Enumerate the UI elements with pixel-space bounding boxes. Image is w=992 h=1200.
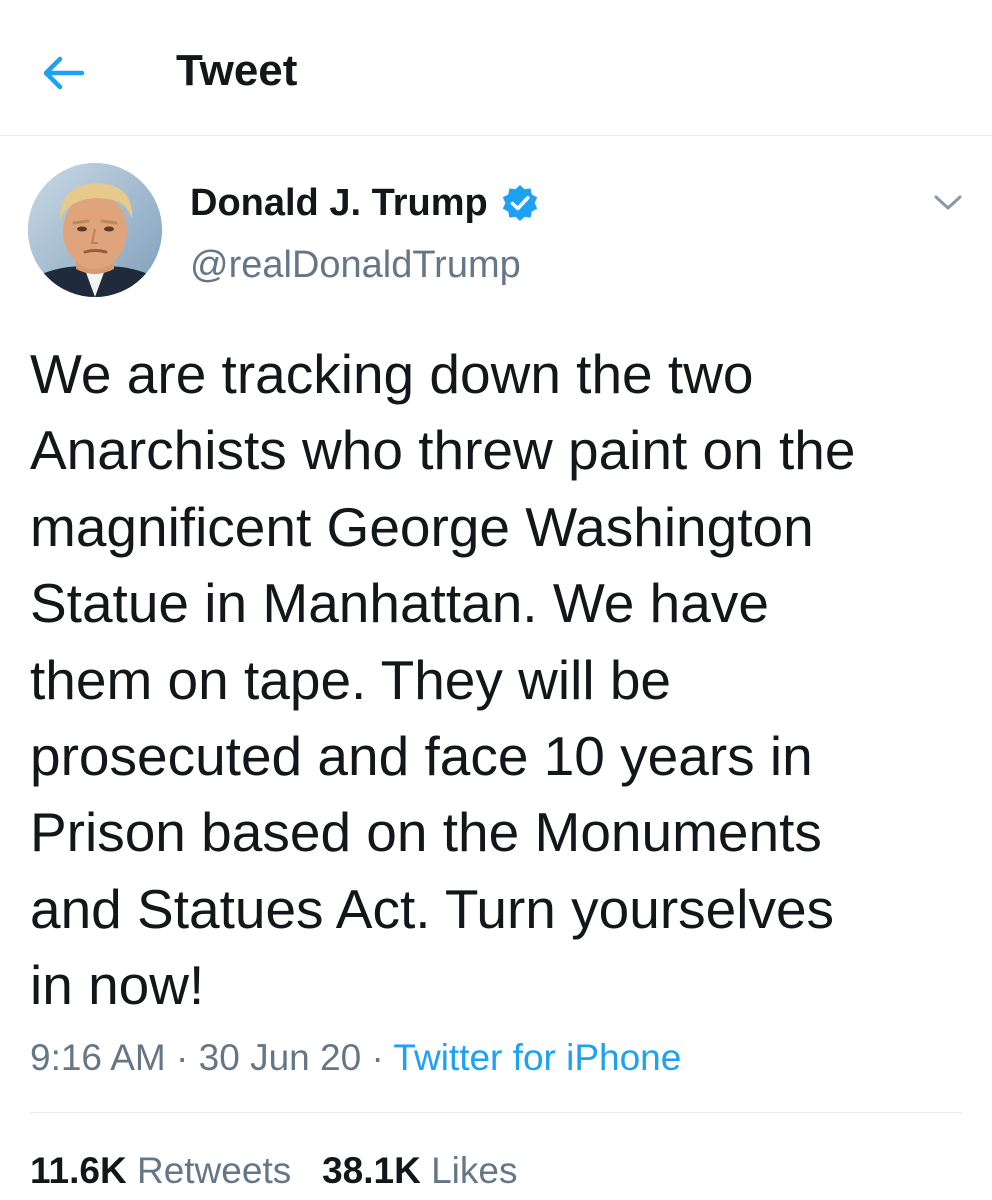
tweet-meta: 9:16 AM · 30 Jun 20 · Twitter for iPhone <box>30 1033 681 1083</box>
back-button[interactable] <box>36 46 90 100</box>
verified-badge-icon <box>502 185 537 221</box>
page-title: Tweet <box>176 46 298 95</box>
retweets-label: Retweets <box>136 1150 292 1191</box>
meta-separator: · <box>176 1037 189 1078</box>
tweet-stats: 11.6K Retweets 38.1K Likes <box>30 1144 517 1198</box>
tweet-detail-page: Tweet Donald J. Trump @realDonaldTrump W… <box>0 0 992 1200</box>
chevron-down-icon <box>934 195 962 210</box>
retweets-stat[interactable]: 11.6K Retweets <box>30 1150 291 1191</box>
likes-count: 38.1K <box>322 1150 421 1191</box>
retweets-count: 11.6K <box>30 1150 127 1191</box>
author-name-row[interactable]: Donald J. Trump <box>190 178 540 228</box>
top-bar: Tweet <box>0 0 992 136</box>
author-name: Donald J. Trump <box>190 182 488 224</box>
tweet-source-link[interactable]: Twitter for iPhone <box>393 1037 681 1078</box>
likes-label: Likes <box>431 1150 518 1191</box>
tweet-time: 9:16 AM <box>30 1037 166 1078</box>
tweet-date: 30 Jun 20 <box>198 1037 362 1078</box>
avatar-image <box>28 163 162 297</box>
tweet-menu-button[interactable] <box>926 186 970 220</box>
author-handle[interactable]: @realDonaldTrump <box>190 240 521 290</box>
meta-separator: · <box>371 1037 384 1078</box>
tweet-text: We are tracking down the two Anarchists … <box>30 343 856 1017</box>
divider <box>30 1112 962 1113</box>
avatar[interactable] <box>28 163 162 297</box>
likes-stat[interactable]: 38.1K Likes <box>322 1150 517 1191</box>
arrow-left-icon <box>43 56 85 90</box>
